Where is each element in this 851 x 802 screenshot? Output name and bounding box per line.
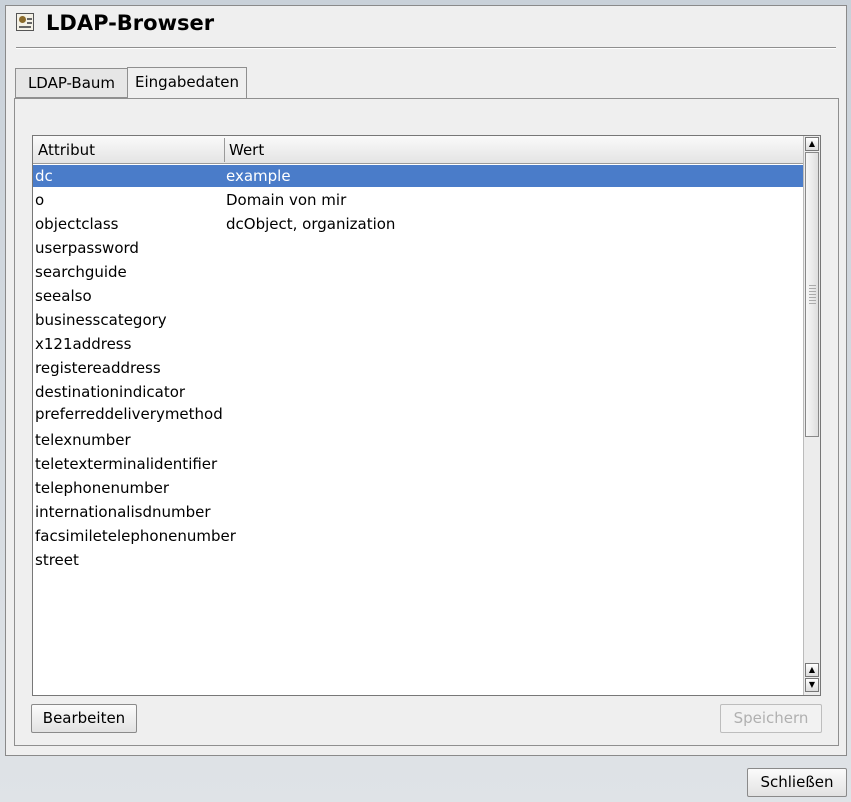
attribute-table[interactable]: Attribut Wert dc example o Domain von mir ob…: [32, 135, 821, 696]
table-row[interactable]: o Domain von mir: [33, 189, 803, 211]
attribute-cell: telephonenumber: [35, 479, 169, 497]
table-row[interactable]: internationalisdnumber: [33, 501, 803, 523]
table-row[interactable]: x121address: [33, 333, 803, 355]
attribute-cell: o: [35, 191, 45, 209]
table-row[interactable]: registereaddress: [33, 357, 803, 379]
table-row[interactable]: telexnumber: [33, 429, 803, 451]
scroll-down-icon[interactable]: ▼: [805, 678, 819, 692]
value-cell: Domain von mir: [226, 191, 347, 209]
attribute-cell: street: [35, 551, 79, 569]
value-cell: example: [226, 167, 291, 185]
tab-eingabedaten[interactable]: Eingabedaten: [127, 67, 247, 98]
table-row[interactable]: teletexterminalidentifier: [33, 453, 803, 475]
attribute-cell: telexnumber: [35, 431, 131, 449]
table-row[interactable]: objectclass dcObject, organization: [33, 213, 803, 235]
scrollbar-thumb[interactable]: [805, 152, 819, 437]
scroll-up-icon[interactable]: ▲: [805, 663, 819, 677]
edit-button[interactable]: Bearbeiten: [31, 704, 137, 733]
tab-ldap-baum[interactable]: LDAP-Baum: [15, 68, 128, 98]
column-header-attribut[interactable]: Attribut: [38, 141, 95, 159]
table-row[interactable]: destinationindicator: [33, 381, 803, 403]
attribute-cell: teletexterminalidentifier: [35, 455, 218, 473]
save-button[interactable]: Speichern: [720, 704, 822, 733]
attribute-cell: destinationindicator: [35, 383, 186, 401]
attribute-cell: x121address: [35, 335, 132, 353]
table-row[interactable]: preferreddeliverymethod: [33, 403, 803, 425]
attribute-cell: seealso: [35, 287, 92, 305]
attribute-cell: registereaddress: [35, 359, 161, 377]
column-divider[interactable]: [224, 138, 225, 162]
table-header: Attribut Wert: [33, 136, 803, 164]
attribute-cell: searchguide: [35, 263, 127, 281]
table-row[interactable]: searchguide: [33, 261, 803, 283]
attribute-cell: internationalisdnumber: [35, 503, 211, 521]
table-row[interactable]: telephonenumber: [33, 477, 803, 499]
table-row[interactable]: facsimiletelephonenumber: [33, 525, 803, 547]
column-header-wert[interactable]: Wert: [229, 141, 264, 159]
close-button[interactable]: Schließen: [747, 768, 847, 797]
table-row[interactable]: dc example: [33, 165, 803, 187]
address-book-icon: [16, 13, 34, 31]
title-separator: [16, 47, 836, 49]
table-row[interactable]: seealso: [33, 285, 803, 307]
scroll-up-icon[interactable]: ▲: [805, 137, 819, 151]
attribute-cell: objectclass: [35, 215, 119, 233]
attribute-cell: facsimiletelephonenumber: [35, 527, 236, 545]
attribute-cell: preferreddeliverymethod: [35, 405, 223, 423]
attribute-cell: businesscategory: [35, 311, 167, 329]
table-row[interactable]: street: [33, 549, 803, 571]
vertical-scrollbar[interactable]: ▲ ▲ ▼: [803, 136, 820, 695]
table-row[interactable]: userpassword: [33, 237, 803, 259]
attribute-cell: userpassword: [35, 239, 139, 257]
table-row[interactable]: businesscategory: [33, 309, 803, 331]
value-cell: dcObject, organization: [226, 215, 396, 233]
attribute-cell: dc: [35, 167, 53, 185]
window-title: LDAP-Browser: [46, 11, 215, 35]
